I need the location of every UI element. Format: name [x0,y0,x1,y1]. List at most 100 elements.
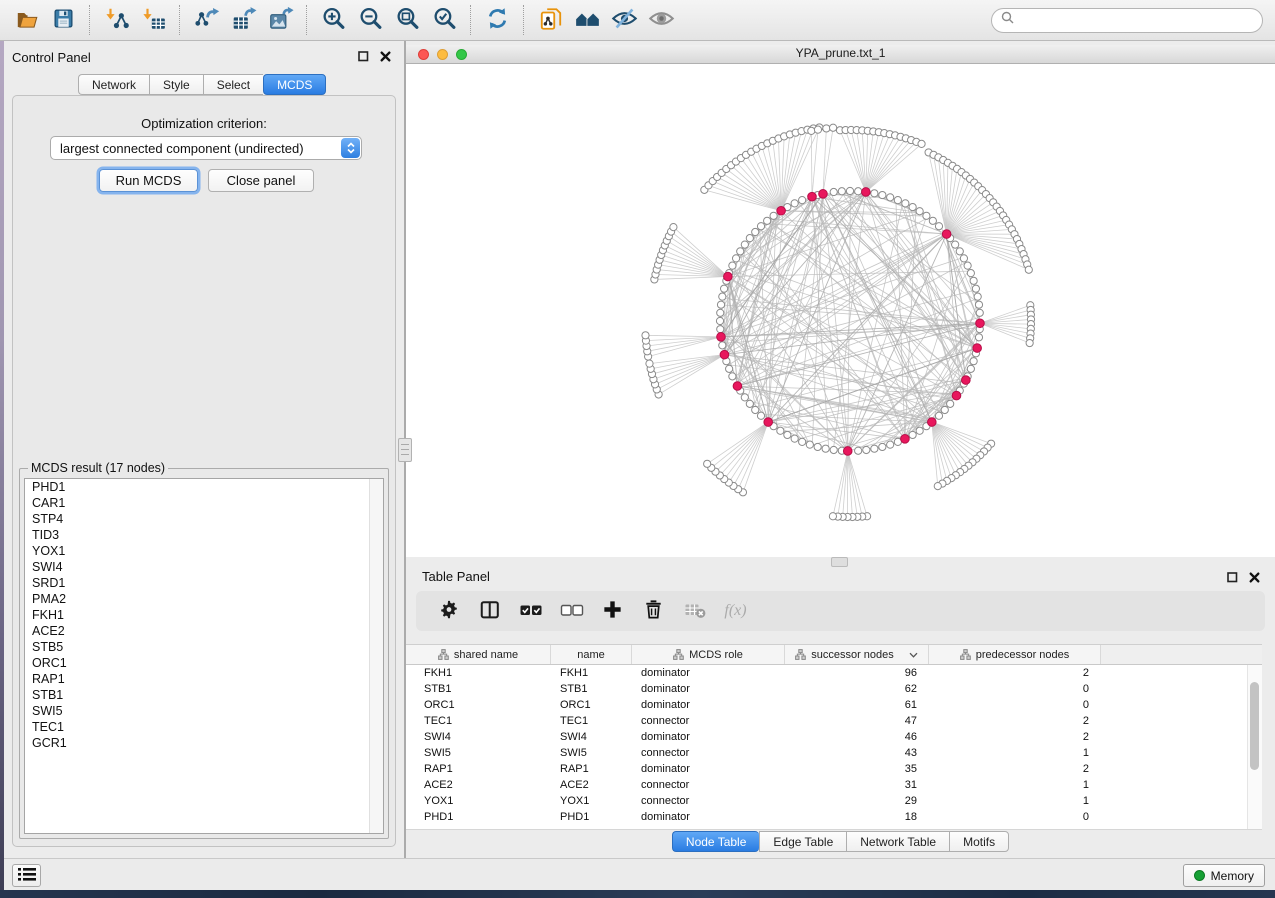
tab-motifs[interactable]: Motifs [949,831,1009,852]
tab-select[interactable]: Select [203,74,263,95]
mcds-result-item[interactable]: PMA2 [25,591,383,607]
table-row[interactable]: ORC1ORC1dominator610 [406,697,1262,713]
control-panel-float-button[interactable] [357,50,370,63]
task-list-icon [17,866,37,885]
export-table-button[interactable] [225,3,262,37]
export-table-icon [231,6,257,35]
cell-predecessor-nodes: 0 [929,697,1101,713]
column-label: successor nodes [811,649,894,661]
optimization-criterion-select[interactable]: largest connected component (undirected) [50,136,362,160]
mcds-result-item[interactable]: FKH1 [25,607,383,623]
mcds-result-list: PHD1CAR1STP4TID3YOX1SWI4SRD1PMA2FKH1ACE2… [24,478,384,834]
control-panel-close-button[interactable] [379,50,392,63]
table-row[interactable]: YOX1YOX1connector291 [406,793,1262,809]
mcds-result-item[interactable]: TEC1 [25,719,383,735]
mcds-result-box: MCDS result (17 nodes) PHD1CAR1STP4TID3Y… [19,468,389,839]
mcds-result-item[interactable]: STP4 [25,511,383,527]
first-neighbors-button[interactable] [569,3,606,37]
function-builder-button[interactable]: f(x) [715,594,756,628]
column-header-successor-nodes[interactable]: successor nodes [785,645,929,664]
show-all-button[interactable] [643,3,680,37]
export-image-button[interactable] [262,3,299,37]
sort-chevron-icon[interactable] [909,652,918,658]
mcds-result-item[interactable]: GCR1 [25,735,383,751]
deselect-all-button[interactable] [551,594,592,628]
panel-splitter-handle[interactable] [398,438,412,462]
mcds-result-item[interactable]: PHD1 [25,479,383,495]
table-row[interactable]: TEC1TEC1connector472 [406,713,1262,729]
network-window-titlebar[interactable]: YPA_prune.txt_1 [406,45,1275,64]
search-box[interactable] [991,8,1263,33]
table-row[interactable]: FKH1FKH1dominator962 [406,665,1262,681]
mcds-result-item[interactable]: SRD1 [25,575,383,591]
open-file-button[interactable] [8,3,45,37]
refresh-button[interactable] [479,3,516,37]
cell-shared-name: YOX1 [406,793,551,809]
cell-predecessor-nodes: 1 [929,777,1101,793]
clone-network-button[interactable] [532,3,569,37]
memory-button[interactable]: Memory [1183,864,1265,887]
delete-table-button[interactable] [674,594,715,628]
tab-edge-table[interactable]: Edge Table [759,831,846,852]
table-row[interactable]: SWI4SWI4dominator462 [406,729,1262,745]
tab-node-table[interactable]: Node Table [672,831,760,852]
task-history-button[interactable] [12,864,41,887]
table-splitter-handle[interactable] [831,557,848,567]
cell-MCDS-role: dominator [632,665,785,681]
zoom-fit-button[interactable] [389,3,426,37]
table-panel-float-button[interactable] [1226,571,1239,584]
zoom-in-button[interactable] [315,3,352,37]
minimize-traffic-light[interactable] [437,49,448,60]
cell-MCDS-role: dominator [632,681,785,697]
mcds-result-item[interactable]: STB5 [25,639,383,655]
mcds-result-item[interactable]: SWI5 [25,703,383,719]
tab-style[interactable]: Style [149,74,203,95]
hide-selected-button[interactable] [606,3,643,37]
column-header-shared-name[interactable]: shared name [406,645,551,664]
table-row[interactable]: RAP1RAP1dominator352 [406,761,1262,777]
delete-column-button[interactable] [633,594,674,628]
mcds-result-item[interactable]: CAR1 [25,495,383,511]
close-traffic-light[interactable] [418,49,429,60]
zoom-traffic-light[interactable] [456,49,467,60]
table-panel-close-button[interactable] [1248,571,1261,584]
run-mcds-button[interactable]: Run MCDS [99,169,198,192]
cell-shared-name: RAP1 [406,761,551,777]
import-network-icon [104,6,130,35]
table-row[interactable]: PHD1PHD1dominator180 [406,809,1262,825]
table-row[interactable]: STB1STB1dominator620 [406,681,1262,697]
column-header-MCDS-role[interactable]: MCDS role [632,645,785,664]
settings-button[interactable] [428,594,469,628]
close-panel-button[interactable]: Close panel [208,169,314,192]
mcds-result-item[interactable]: SWI4 [25,559,383,575]
table-scrollbar-thumb[interactable] [1250,682,1259,770]
column-header-name[interactable]: name [551,645,632,664]
tab-mcds[interactable]: MCDS [263,74,326,95]
mcds-result-item[interactable]: YOX1 [25,543,383,559]
select-all-button[interactable] [510,594,551,628]
tab-network-table[interactable]: Network Table [846,831,949,852]
table-row[interactable]: SWI5SWI5connector431 [406,745,1262,761]
import-table-button[interactable] [135,3,172,37]
columns-button[interactable] [469,594,510,628]
table-row[interactable]: ACE2ACE2connector311 [406,777,1262,793]
import-network-button[interactable] [98,3,135,37]
network-window-title: YPA_prune.txt_1 [406,45,1275,62]
mcds-result-item[interactable]: ORC1 [25,655,383,671]
mcds-result-item[interactable]: STB1 [25,687,383,703]
zoom-selected-button[interactable] [426,3,463,37]
network-canvas[interactable] [406,64,1275,557]
tab-network[interactable]: Network [78,74,149,95]
table-scrollbar-track[interactable] [1247,665,1262,829]
search-input[interactable] [1020,12,1253,28]
columns-icon [479,599,501,624]
mcds-result-item[interactable]: RAP1 [25,671,383,687]
mcds-result-item[interactable]: ACE2 [25,623,383,639]
mcds-list-scrollbar[interactable] [369,479,383,833]
mcds-result-item[interactable]: TID3 [25,527,383,543]
zoom-out-button[interactable] [352,3,389,37]
column-header-predecessor-nodes[interactable]: predecessor nodes [929,645,1101,664]
save-session-button[interactable] [45,3,82,37]
add-column-button[interactable] [592,594,633,628]
export-network-button[interactable] [188,3,225,37]
